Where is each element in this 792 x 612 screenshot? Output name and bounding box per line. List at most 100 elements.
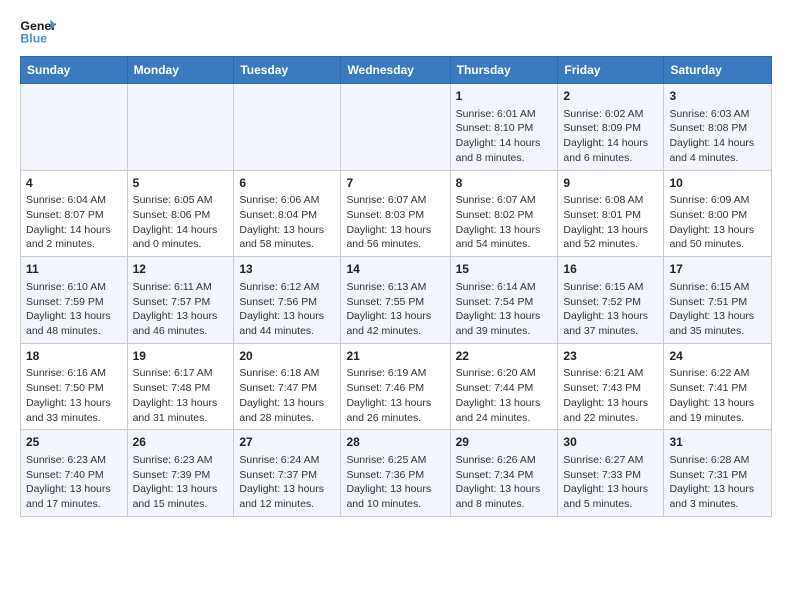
day-info: Sunrise: 6:03 AM Sunset: 8:08 PM Dayligh… — [669, 107, 766, 166]
day-info: Sunrise: 6:05 AM Sunset: 8:06 PM Dayligh… — [133, 193, 229, 252]
calendar-cell: 16 Sunrise: 6:15 AM Sunset: 7:52 PM Dayli… — [558, 257, 664, 344]
calendar-cell: 26 Sunrise: 6:23 AM Sunset: 7:39 PM Dayli… — [127, 430, 234, 517]
calendar-cell: 12 Sunrise: 6:11 AM Sunset: 7:57 PM Dayli… — [127, 257, 234, 344]
day-info: Sunrise: 6:15 AM Sunset: 7:51 PM Dayligh… — [669, 280, 766, 339]
page-header: General Blue — [20, 16, 772, 46]
day-info: Sunrise: 6:21 AM Sunset: 7:43 PM Dayligh… — [563, 366, 658, 425]
calendar-cell: 6Sunrise: 6:06 AM Sunset: 8:04 PM Daylig… — [234, 170, 341, 257]
day-number: 21 — [346, 348, 444, 365]
calendar-cell: 17 Sunrise: 6:15 AM Sunset: 7:51 PM Dayli… — [664, 257, 772, 344]
svg-text:Blue: Blue — [20, 31, 47, 45]
calendar-cell: 25 Sunrise: 6:23 AM Sunset: 7:40 PM Dayli… — [21, 430, 128, 517]
day-info: Sunrise: 6:25 AM Sunset: 7:36 PM Dayligh… — [346, 453, 444, 512]
day-info: Sunrise: 6:24 AM Sunset: 7:37 PM Dayligh… — [239, 453, 335, 512]
day-info: Sunrise: 6:18 AM Sunset: 7:47 PM Dayligh… — [239, 366, 335, 425]
calendar-cell: 21Sunrise: 6:19 AM Sunset: 7:46 PM Dayli… — [341, 343, 450, 430]
day-info: Sunrise: 6:20 AM Sunset: 7:44 PM Dayligh… — [456, 366, 553, 425]
day-info: Sunrise: 6:28 AM Sunset: 7:31 PM Dayligh… — [669, 453, 766, 512]
day-number: 16 — [563, 261, 658, 278]
day-info: Sunrise: 6:09 AM Sunset: 8:00 PM Dayligh… — [669, 193, 766, 252]
day-number: 18 — [26, 348, 122, 365]
day-number: 20 — [239, 348, 335, 365]
calendar-cell: 14 Sunrise: 6:13 AM Sunset: 7:55 PM Dayli… — [341, 257, 450, 344]
calendar-cell — [127, 84, 234, 171]
calendar-cell: 22Sunrise: 6:20 AM Sunset: 7:44 PM Dayli… — [450, 343, 558, 430]
day-number: 7 — [346, 175, 444, 192]
day-info: Sunrise: 6:04 AM Sunset: 8:07 PM Dayligh… — [26, 193, 122, 252]
day-info: Sunrise: 6:06 AM Sunset: 8:04 PM Dayligh… — [239, 193, 335, 252]
day-info: Sunrise: 6:22 AM Sunset: 7:41 PM Dayligh… — [669, 366, 766, 425]
calendar-body: 1 Sunrise: 6:01 AM Sunset: 8:10 PM Daylig… — [21, 84, 772, 517]
day-number: 9 — [563, 175, 658, 192]
calendar-cell: 31 Sunrise: 6:28 AM Sunset: 7:31 PM Dayli… — [664, 430, 772, 517]
day-number: 12 — [133, 261, 229, 278]
weekday-header-monday: Monday — [127, 57, 234, 84]
calendar-header: SundayMondayTuesdayWednesdayThursdayFrid… — [21, 57, 772, 84]
weekday-header-thursday: Thursday — [450, 57, 558, 84]
calendar-cell: 19Sunrise: 6:17 AM Sunset: 7:48 PM Dayli… — [127, 343, 234, 430]
day-number: 19 — [133, 348, 229, 365]
day-number: 29 — [456, 434, 553, 451]
day-number: 31 — [669, 434, 766, 451]
calendar-cell: 5Sunrise: 6:05 AM Sunset: 8:06 PM Daylig… — [127, 170, 234, 257]
day-number: 10 — [669, 175, 766, 192]
day-info: Sunrise: 6:11 AM Sunset: 7:57 PM Dayligh… — [133, 280, 229, 339]
weekday-header-wednesday: Wednesday — [341, 57, 450, 84]
day-info: Sunrise: 6:16 AM Sunset: 7:50 PM Dayligh… — [26, 366, 122, 425]
calendar-week-row: 25 Sunrise: 6:23 AM Sunset: 7:40 PM Dayli… — [21, 430, 772, 517]
weekday-header-friday: Friday — [558, 57, 664, 84]
calendar-week-row: 11 Sunrise: 6:10 AM Sunset: 7:59 PM Dayli… — [21, 257, 772, 344]
day-number: 28 — [346, 434, 444, 451]
calendar-cell: 8Sunrise: 6:07 AM Sunset: 8:02 PM Daylig… — [450, 170, 558, 257]
day-info: Sunrise: 6:13 AM Sunset: 7:55 PM Dayligh… — [346, 280, 444, 339]
calendar-week-row: 4Sunrise: 6:04 AM Sunset: 8:07 PM Daylig… — [21, 170, 772, 257]
day-info: Sunrise: 6:26 AM Sunset: 7:34 PM Dayligh… — [456, 453, 553, 512]
weekday-header-row: SundayMondayTuesdayWednesdayThursdayFrid… — [21, 57, 772, 84]
calendar-cell: 30Sunrise: 6:27 AM Sunset: 7:33 PM Dayli… — [558, 430, 664, 517]
day-number: 15 — [456, 261, 553, 278]
day-number: 22 — [456, 348, 553, 365]
calendar-cell: 27 Sunrise: 6:24 AM Sunset: 7:37 PM Dayli… — [234, 430, 341, 517]
day-info: Sunrise: 6:23 AM Sunset: 7:39 PM Dayligh… — [133, 453, 229, 512]
calendar-cell: 1 Sunrise: 6:01 AM Sunset: 8:10 PM Daylig… — [450, 84, 558, 171]
day-info: Sunrise: 6:08 AM Sunset: 8:01 PM Dayligh… — [563, 193, 658, 252]
day-number: 26 — [133, 434, 229, 451]
calendar-cell: 3 Sunrise: 6:03 AM Sunset: 8:08 PM Daylig… — [664, 84, 772, 171]
logo-icon: General Blue — [20, 16, 56, 46]
calendar-week-row: 18Sunrise: 6:16 AM Sunset: 7:50 PM Dayli… — [21, 343, 772, 430]
calendar-cell: 10Sunrise: 6:09 AM Sunset: 8:00 PM Dayli… — [664, 170, 772, 257]
day-info: Sunrise: 6:27 AM Sunset: 7:33 PM Dayligh… — [563, 453, 658, 512]
day-number: 27 — [239, 434, 335, 451]
day-number: 23 — [563, 348, 658, 365]
day-number: 17 — [669, 261, 766, 278]
day-number: 5 — [133, 175, 229, 192]
day-number: 3 — [669, 88, 766, 105]
day-number: 6 — [239, 175, 335, 192]
calendar-cell: 4Sunrise: 6:04 AM Sunset: 8:07 PM Daylig… — [21, 170, 128, 257]
day-number: 13 — [239, 261, 335, 278]
day-number: 25 — [26, 434, 122, 451]
calendar-cell: 11 Sunrise: 6:10 AM Sunset: 7:59 PM Dayli… — [21, 257, 128, 344]
calendar-cell: 29 Sunrise: 6:26 AM Sunset: 7:34 PM Dayli… — [450, 430, 558, 517]
calendar-cell: 15 Sunrise: 6:14 AM Sunset: 7:54 PM Dayli… — [450, 257, 558, 344]
day-number: 24 — [669, 348, 766, 365]
day-number: 4 — [26, 175, 122, 192]
calendar-cell — [341, 84, 450, 171]
day-info: Sunrise: 6:10 AM Sunset: 7:59 PM Dayligh… — [26, 280, 122, 339]
day-info: Sunrise: 6:17 AM Sunset: 7:48 PM Dayligh… — [133, 366, 229, 425]
day-info: Sunrise: 6:14 AM Sunset: 7:54 PM Dayligh… — [456, 280, 553, 339]
day-number: 1 — [456, 88, 553, 105]
day-number: 11 — [26, 261, 122, 278]
day-number: 14 — [346, 261, 444, 278]
day-info: Sunrise: 6:15 AM Sunset: 7:52 PM Dayligh… — [563, 280, 658, 339]
calendar-week-row: 1 Sunrise: 6:01 AM Sunset: 8:10 PM Daylig… — [21, 84, 772, 171]
day-info: Sunrise: 6:01 AM Sunset: 8:10 PM Dayligh… — [456, 107, 553, 166]
day-info: Sunrise: 6:07 AM Sunset: 8:03 PM Dayligh… — [346, 193, 444, 252]
calendar-cell: 23Sunrise: 6:21 AM Sunset: 7:43 PM Dayli… — [558, 343, 664, 430]
calendar-cell: 7Sunrise: 6:07 AM Sunset: 8:03 PM Daylig… — [341, 170, 450, 257]
calendar-cell: 20Sunrise: 6:18 AM Sunset: 7:47 PM Dayli… — [234, 343, 341, 430]
logo: General Blue — [20, 16, 60, 46]
calendar-cell — [234, 84, 341, 171]
day-info: Sunrise: 6:23 AM Sunset: 7:40 PM Dayligh… — [26, 453, 122, 512]
calendar-table: SundayMondayTuesdayWednesdayThursdayFrid… — [20, 56, 772, 517]
